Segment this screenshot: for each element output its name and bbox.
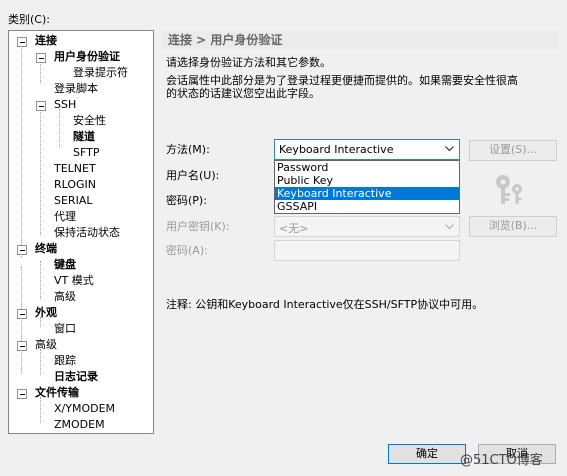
description-line-2: 会话属性中此部分是为了登录过程更便捷而提供的。如果需要安全性很高	[166, 74, 518, 87]
method-select[interactable]: Keyboard Interactive	[274, 139, 460, 160]
tree-line	[40, 101, 41, 235]
category-tree[interactable]: 连接 用户身份验证 登录提示符 登录脚本 SSH 安全性 隧道 SFTP TEL…	[8, 30, 154, 434]
tree-item-terminal[interactable]: 终端	[35, 242, 57, 256]
tree-item-login-prompts[interactable]: 登录提示符	[73, 66, 128, 80]
tree-item-telnet[interactable]: TELNET	[54, 162, 96, 176]
tree-line	[21, 45, 22, 257]
watermark: @51CTO博客	[460, 453, 543, 468]
tree-item-proxy[interactable]: 代理	[54, 210, 76, 224]
tree-line	[40, 349, 41, 375]
browse-button[interactable]: 浏览(B)...	[469, 216, 557, 237]
chevron-down-icon	[445, 146, 454, 152]
passphrase-label: 密码(A):	[166, 244, 208, 257]
tree-item-keepalive[interactable]: 保持活动状态	[54, 226, 120, 240]
collapse-toggle-transfer[interactable]	[17, 389, 27, 399]
collapse-toggle-advanced[interactable]	[17, 341, 27, 351]
ok-button[interactable]: 确定	[388, 444, 466, 464]
tree-item-zmodem[interactable]: ZMODEM	[54, 418, 105, 432]
collapse-toggle-appearance[interactable]	[17, 309, 27, 319]
user-key-label: 用户密钥(K):	[166, 220, 230, 233]
chevron-down-icon	[445, 224, 454, 230]
tree-item-terminal-advanced[interactable]: 高级	[54, 290, 76, 304]
tree-item-login-script[interactable]: 登录脚本	[54, 82, 98, 96]
tree-item-file-transfer[interactable]: 文件传输	[35, 386, 79, 400]
tree-item-appearance[interactable]: 外观	[35, 306, 57, 320]
method-option-public-key[interactable]: Public Key	[275, 174, 459, 187]
tree-item-tunneling[interactable]: 隧道	[73, 130, 95, 144]
category-label: 类别(C):	[8, 13, 50, 26]
collapse-toggle-connection[interactable]	[17, 37, 27, 47]
password-label: 密码(P):	[166, 194, 207, 207]
method-label: 方法(M):	[166, 143, 210, 156]
method-option-password[interactable]: Password	[275, 161, 459, 174]
key-icon	[496, 175, 522, 204]
tree-item-logging[interactable]: 日志记录	[54, 370, 98, 384]
username-label: 用户名(U):	[166, 169, 220, 182]
tree-item-security[interactable]: 安全性	[73, 114, 106, 128]
collapse-toggle-terminal[interactable]	[17, 245, 27, 255]
method-select-value: Keyboard Interactive	[279, 143, 394, 156]
settings-button[interactable]: 设置(S)...	[469, 140, 557, 161]
note-text: 注释: 公钥和Keyboard Interactive仅在SSH/SFTP协议中…	[166, 298, 484, 311]
tree-item-keyboard[interactable]: 键盘	[54, 258, 76, 272]
description-line-1: 请选择身份验证方法和其它参数。	[166, 56, 331, 69]
tree-line	[40, 397, 41, 423]
passphrase-input[interactable]	[274, 240, 460, 261]
user-key-value: <无>	[279, 222, 309, 235]
collapse-toggle-auth[interactable]	[36, 53, 46, 63]
tree-item-advanced[interactable]: 高级	[35, 338, 57, 352]
tree-item-connection[interactable]: 连接	[35, 34, 57, 48]
tree-item-ssh[interactable]: SSH	[54, 98, 76, 112]
tree-item-vt-mode[interactable]: VT 模式	[54, 274, 94, 288]
tree-item-user-auth[interactable]: 用户身份验证	[54, 50, 120, 64]
description-line-3: 的状态的话建议您空出此字段。	[166, 87, 320, 100]
user-key-select[interactable]: <无>	[274, 216, 460, 237]
tree-item-xymodem[interactable]: X/YMODEM	[54, 402, 115, 416]
tree-item-window[interactable]: 窗口	[54, 322, 76, 336]
tree-item-sftp[interactable]: SFTP	[73, 146, 99, 160]
collapse-toggle-ssh[interactable]	[36, 101, 46, 111]
tree-item-rlogin[interactable]: RLOGIN	[54, 178, 96, 192]
method-dropdown-list[interactable]: Password Public Key Keyboard Interactive…	[274, 160, 460, 214]
tree-item-trace[interactable]: 跟踪	[54, 354, 76, 368]
method-option-keyboard-interactive[interactable]: Keyboard Interactive	[275, 187, 459, 200]
tree-line	[59, 109, 60, 147]
tree-line	[21, 267, 22, 373]
tree-item-serial[interactable]: SERIAL	[54, 194, 92, 208]
tree-line	[40, 261, 41, 299]
page-title: 连接 > 用户身份验证	[162, 31, 558, 49]
method-option-gssapi[interactable]: GSSAPI	[275, 200, 459, 213]
